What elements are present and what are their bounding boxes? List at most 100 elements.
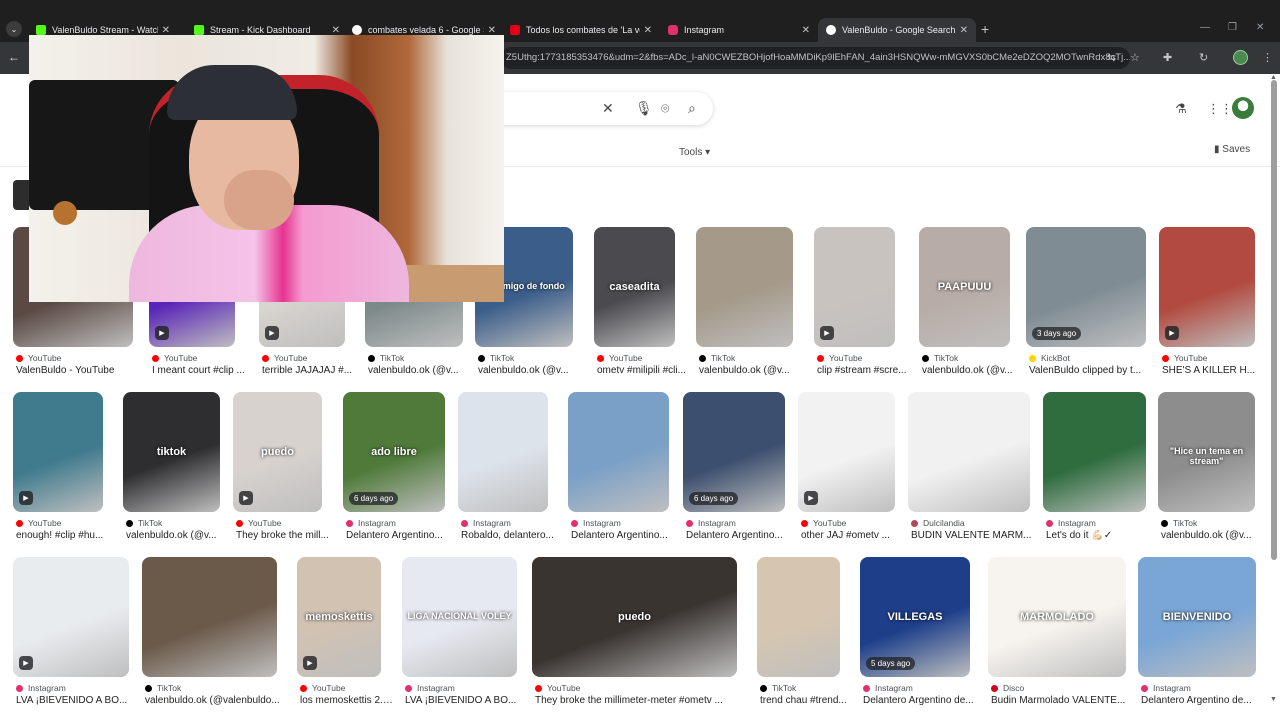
image-result[interactable]: Instagram Let's do it 💪🏻✓ [1043, 392, 1146, 552]
close-icon[interactable]: ✕ [644, 25, 652, 36]
image-result[interactable]: TikTok trend chau #trend... [757, 557, 847, 717]
result-caption[interactable]: Delantero Argentino... [686, 530, 798, 541]
result-caption[interactable]: valenbuldo.ok (@v... [922, 365, 1023, 376]
image-result[interactable]: ▶ YouTube clip #stream #scre... [814, 227, 906, 387]
result-caption[interactable]: other JAJ #ometv ... [801, 530, 908, 541]
result-caption[interactable]: ValenBuldo - YouTube [16, 365, 146, 376]
result-thumbnail[interactable]: MARMOLADO [988, 557, 1126, 677]
image-result[interactable]: LIGA NACIONAL VOLEY Instagram LVA ¡BIEVENI… [402, 557, 517, 717]
result-source[interactable]: TikTok [368, 353, 404, 363]
result-source[interactable]: Instagram [346, 518, 396, 528]
result-thumbnail[interactable]: ▶ [1159, 227, 1255, 347]
result-thumbnail[interactable]: 6 days ago [683, 392, 785, 512]
image-result[interactable]: "Hice un tema en stream" TikTok valenbuldo… [1158, 392, 1255, 552]
close-icon[interactable]: ✕ [802, 25, 810, 36]
result-source[interactable]: YouTube [236, 518, 281, 528]
translate-icon[interactable]: ⇆ [1107, 51, 1116, 64]
saves-button[interactable]: ▮ Saves [1214, 144, 1250, 155]
close-icon[interactable]: ✕ [332, 25, 340, 36]
result-source[interactable]: TikTok [145, 683, 181, 693]
result-thumbnail[interactable] [1043, 392, 1146, 512]
result-caption[interactable]: terrible JAJAJAJ #... [262, 365, 358, 376]
result-caption[interactable]: valenbuldo.ok (@v... [478, 365, 586, 376]
result-caption[interactable]: ometv #milipili #cli... [597, 365, 688, 376]
result-thumbnail[interactable]: 3 days ago [1026, 227, 1146, 347]
history-icon[interactable]: ↻ [1199, 51, 1208, 64]
result-source[interactable]: YouTube [817, 353, 862, 363]
image-result[interactable]: Instagram Robaldo, delantero... [458, 392, 554, 552]
image-result[interactable]: ▶ Instagram LVA ¡BIEVENIDO A BO... [13, 557, 129, 717]
result-caption[interactable]: trend chau #trend... [760, 695, 853, 706]
result-caption[interactable]: ValenBuldo clipped by t... [1029, 365, 1159, 376]
minimize-icon[interactable]: — [1200, 22, 1210, 33]
result-source[interactable]: YouTube [300, 683, 345, 693]
result-source[interactable]: TikTok [922, 353, 958, 363]
result-thumbnail[interactable]: tiktok [123, 392, 220, 512]
result-thumbnail[interactable]: BIENVENIDO [1138, 557, 1256, 677]
result-source[interactable]: Instagram [1046, 518, 1096, 528]
result-caption[interactable]: LVA ¡BIEVENIDO A BO... [16, 695, 142, 706]
result-source[interactable]: TikTok [478, 353, 514, 363]
result-caption[interactable]: LVA ¡BIEVENIDO A BO... [405, 695, 530, 706]
close-icon[interactable]: ✕ [162, 25, 170, 36]
result-thumbnail[interactable]: VILLEGAS 5 days ago [860, 557, 970, 677]
result-thumbnail[interactable]: ▶ [798, 392, 895, 512]
back-arrow-icon[interactable]: ← [8, 50, 20, 64]
result-caption[interactable]: Budin Marmolado VALENTE... [991, 695, 1139, 706]
result-source[interactable]: Instagram [16, 683, 66, 693]
result-thumbnail[interactable] [458, 392, 548, 512]
result-source[interactable]: Instagram [405, 683, 455, 693]
result-thumbnail[interactable]: ▶ [13, 557, 129, 677]
account-avatar[interactable] [1232, 97, 1254, 119]
new-tab-icon[interactable]: + [981, 21, 989, 37]
result-caption[interactable]: Delantero Argentino de... [1141, 695, 1269, 706]
image-result[interactable]: ▶ YouTube enough! #clip #hu... [13, 392, 103, 552]
result-source[interactable]: Instagram [1141, 683, 1191, 693]
image-result[interactable]: 6 days ago Instagram Delantero Argentino..… [683, 392, 785, 552]
result-thumbnail[interactable]: puedo [532, 557, 737, 677]
result-caption[interactable]: Delantero Argentino... [571, 530, 682, 541]
result-caption[interactable]: valenbuldo.ok (@v... [368, 365, 476, 376]
result-caption[interactable]: valenbuldo.ok (@v... [699, 365, 806, 376]
result-source[interactable]: KickBot [1029, 353, 1070, 363]
image-result[interactable]: PAAPUUU TikTok valenbuldo.ok (@v... [919, 227, 1013, 387]
result-caption[interactable]: valenbuldo.ok (@valenbuldo... [145, 695, 290, 706]
result-thumbnail[interactable] [757, 557, 840, 677]
result-source[interactable]: YouTube [262, 353, 307, 363]
result-thumbnail[interactable]: puedo ▶ [233, 392, 322, 512]
result-thumbnail[interactable]: "Hice un tema en stream" [1158, 392, 1255, 512]
result-caption[interactable]: valenbuldo.ok (@v... [126, 530, 233, 541]
image-result[interactable]: MARMOLADO Disco Budin Marmolado VALENTE... [988, 557, 1126, 717]
result-source[interactable]: TikTok [760, 683, 796, 693]
result-thumbnail[interactable]: LIGA NACIONAL VOLEY [402, 557, 517, 677]
result-source[interactable]: YouTube [801, 518, 846, 528]
image-result[interactable]: 3 days ago KickBot ValenBuldo clipped by t… [1026, 227, 1146, 387]
image-result[interactable]: Dulcilandia BUDIN VALENTE MARM... [908, 392, 1031, 552]
result-source[interactable]: Instagram [863, 683, 913, 693]
image-result[interactable]: caseadita YouTube ometv #milipili #cli... [594, 227, 686, 387]
result-source[interactable]: TikTok [126, 518, 162, 528]
result-caption[interactable]: SHE'S A KILLER H... [1162, 365, 1268, 376]
menu-icon[interactable]: ⋮ [1262, 51, 1273, 64]
result-caption[interactable]: They broke the mill... [236, 530, 335, 541]
result-source[interactable]: YouTube [16, 518, 61, 528]
result-thumbnail[interactable]: memoskettis ▶ [297, 557, 381, 677]
result-thumbnail[interactable]: ▶ [814, 227, 895, 347]
scrollbar-thumb[interactable] [1271, 80, 1277, 560]
result-thumbnail[interactable]: PAAPUUU [919, 227, 1010, 347]
result-caption[interactable]: enough! #clip #hu... [16, 530, 116, 541]
maximize-icon[interactable]: ❐ [1228, 22, 1237, 33]
result-thumbnail[interactable]: ▶ [13, 392, 103, 512]
tab-google-valenbuldo[interactable]: ValenBuldo - Google Search ✕ [818, 18, 976, 42]
result-source[interactable]: YouTube [152, 353, 197, 363]
result-thumbnail[interactable]: ado libre 6 days ago [343, 392, 445, 512]
result-thumbnail[interactable] [696, 227, 793, 347]
clear-search-icon[interactable]: ✕ [602, 100, 614, 117]
result-thumbnail[interactable] [568, 392, 669, 512]
image-result[interactable]: puedo YouTube They broke the millimeter-me… [532, 557, 737, 717]
result-source[interactable]: YouTube [597, 353, 642, 363]
result-caption[interactable]: BUDIN VALENTE MARM... [911, 530, 1043, 541]
result-caption[interactable]: Delantero Argentino... [346, 530, 458, 541]
result-source[interactable]: TikTok [1161, 518, 1197, 528]
apps-grid-icon[interactable]: ⋮⋮ [1207, 101, 1233, 117]
